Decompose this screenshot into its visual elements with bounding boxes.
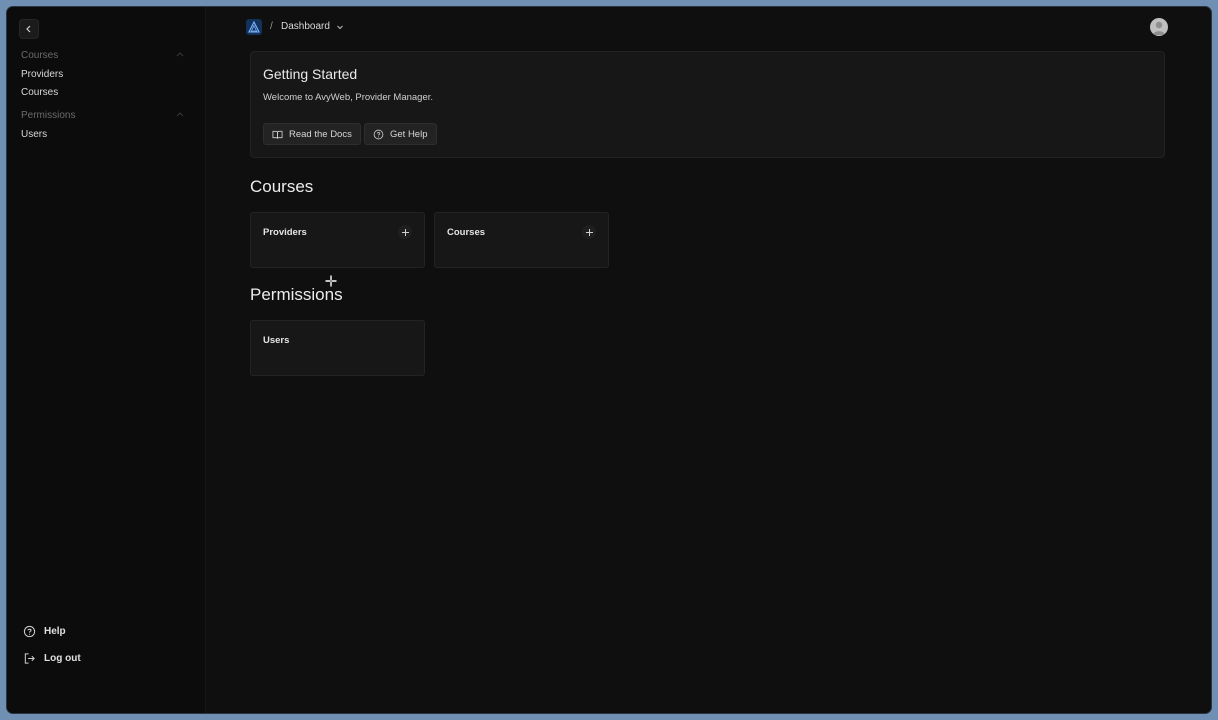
chevron-up-icon — [176, 52, 184, 57]
breadcrumb-dashboard[interactable]: Dashboard — [281, 21, 344, 32]
users-tile[interactable]: Users — [250, 320, 425, 376]
sidebar-item-courses[interactable]: Courses — [21, 87, 58, 98]
sidebar-item-users[interactable]: Users — [21, 129, 47, 140]
add-course-button[interactable] — [582, 225, 596, 239]
sidebar-section-title: Courses — [21, 49, 59, 61]
help-circle-icon — [373, 129, 384, 139]
sidebar-item-providers[interactable]: Providers — [21, 69, 63, 80]
logo-icon — [248, 21, 260, 33]
getting-started-card: Getting Started Welcome to AvyWeb, Provi… — [250, 51, 1165, 158]
chevron-left-icon — [26, 25, 31, 33]
plus-icon — [401, 228, 409, 236]
welcome-text: Welcome to AvyWeb, Provider Manager. — [263, 92, 434, 103]
tile-label: Courses — [447, 227, 486, 238]
plus-icon — [585, 228, 593, 236]
sidebar-section-title: Permissions — [21, 109, 76, 121]
courses-heading: Courses — [250, 177, 314, 196]
collapse-sidebar-button[interactable] — [19, 19, 39, 39]
book-icon — [272, 130, 283, 139]
app-window: Courses Providers Courses Permissions Us… — [7, 7, 1211, 713]
user-icon — [1153, 21, 1165, 35]
avatar[interactable] — [1150, 18, 1168, 36]
read-docs-label: Read the Docs — [289, 128, 352, 140]
logout-icon — [24, 653, 35, 664]
chevron-up-icon — [176, 112, 184, 117]
sidebar-section-permissions[interactable]: Permissions — [21, 108, 185, 122]
sidebar: Courses Providers Courses Permissions Us… — [7, 7, 206, 713]
app-logo[interactable] — [246, 19, 262, 35]
chevron-down-icon — [337, 25, 343, 29]
help-label: Help — [44, 626, 66, 637]
breadcrumb-label: Dashboard — [281, 21, 330, 32]
logout-label: Log out — [44, 653, 81, 664]
tile-label: Providers — [263, 227, 307, 238]
get-help-button[interactable]: Get Help — [364, 123, 437, 145]
providers-tile[interactable]: Providers — [250, 212, 425, 268]
sidebar-section-courses[interactable]: Courses — [21, 48, 185, 62]
courses-tile[interactable]: Courses — [434, 212, 609, 268]
move-cursor-icon — [325, 275, 337, 287]
permissions-heading: Permissions — [250, 285, 343, 304]
breadcrumb-separator: / — [270, 21, 273, 32]
help-circle-icon — [23, 625, 36, 638]
get-help-label: Get Help — [390, 128, 428, 140]
logout-link[interactable]: Log out — [23, 652, 81, 665]
tile-label: Users — [263, 335, 290, 346]
read-docs-button[interactable]: Read the Docs — [263, 123, 361, 145]
add-provider-button[interactable] — [398, 225, 412, 239]
help-link[interactable]: Help — [23, 625, 66, 638]
getting-started-title: Getting Started — [263, 66, 358, 82]
